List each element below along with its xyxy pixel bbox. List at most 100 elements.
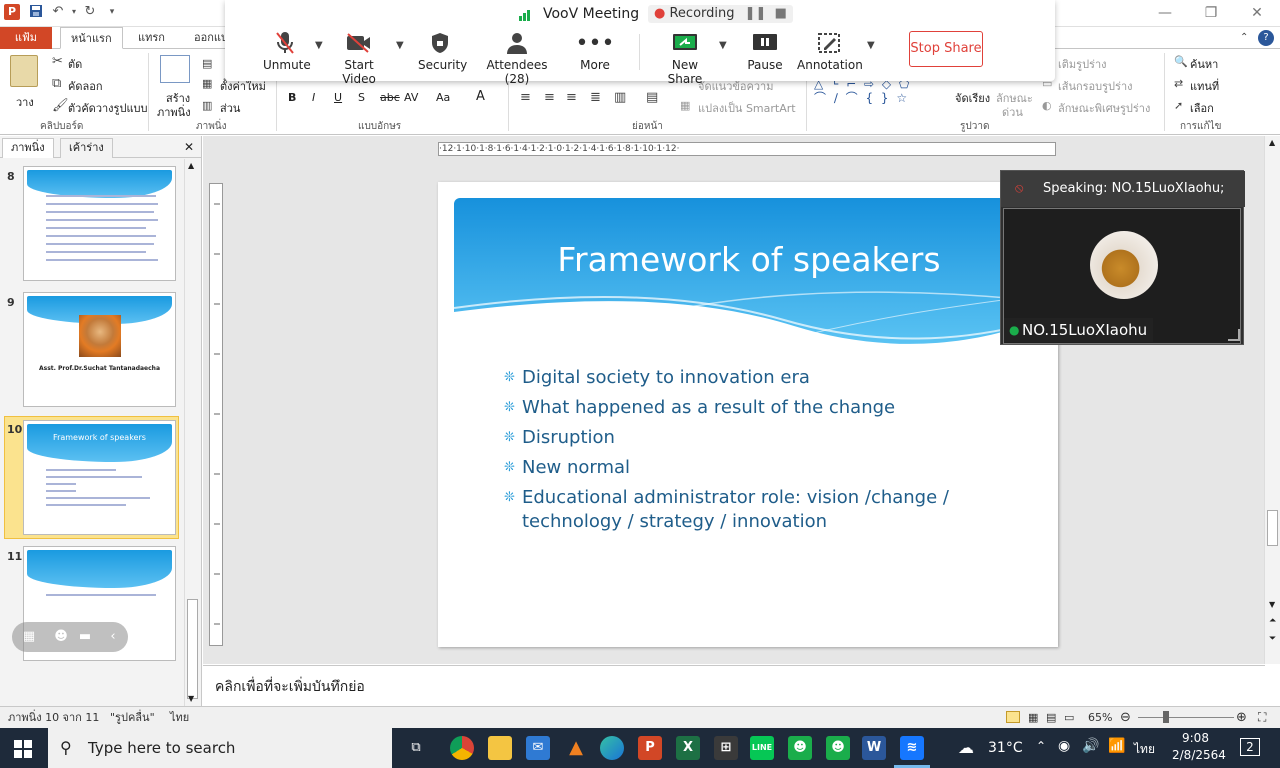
pause-recording-icon[interactable]: ❚❚ xyxy=(745,6,767,21)
section-icon[interactable]: ▥ xyxy=(202,99,212,113)
reading-view-icon[interactable]: ▤ xyxy=(1046,707,1056,728)
slide-bullet-list[interactable]: Digital society to innovation era What h… xyxy=(504,366,974,540)
tab-home[interactable]: หน้าแรก xyxy=(60,27,123,49)
scroll-down-arrow-icon[interactable]: ▼ xyxy=(188,694,194,703)
video-options-caret-icon[interactable]: ▼ xyxy=(396,40,404,51)
shape-effects-button[interactable]: ลักษณะพิเศษรูปร่าง xyxy=(1058,99,1150,117)
powerpoint-icon[interactable]: P xyxy=(638,736,662,760)
powerpoint-app-icon[interactable]: P xyxy=(4,4,20,20)
help-icon[interactable]: ? xyxy=(1258,30,1274,46)
slide-thumbnail-9[interactable]: Asst. Prof.Dr.Suchat Tantanadaecha xyxy=(23,292,176,407)
scroll-down-arrow-icon[interactable]: ▼ xyxy=(1269,600,1275,609)
new-share-button[interactable]: New Share xyxy=(653,30,717,86)
task-view-icon[interactable]: ⧉ xyxy=(404,736,428,760)
grid-apps-icon[interactable]: ▦ xyxy=(20,628,38,646)
align-left-icon[interactable]: ≡ xyxy=(520,91,531,105)
word-icon[interactable]: W xyxy=(862,736,886,760)
shadow-button[interactable]: S xyxy=(358,91,365,104)
find-icon[interactable]: 🔍 xyxy=(1174,55,1188,69)
emoji-icon[interactable]: ☻ xyxy=(52,628,70,646)
select-icon[interactable]: ➚ xyxy=(1174,99,1183,113)
copy-icon[interactable]: ⧉ xyxy=(52,77,61,91)
more-button[interactable]: ••• More xyxy=(575,30,615,73)
current-slide[interactable]: Framework of speakers Digital society to… xyxy=(438,182,1058,647)
italic-button[interactable]: I xyxy=(312,91,315,104)
line-icon[interactable]: LINE xyxy=(750,736,774,760)
customize-quick-access-icon[interactable]: ▾ xyxy=(104,4,120,20)
smartart-icon[interactable]: ▦ xyxy=(680,99,690,113)
edge-icon[interactable] xyxy=(600,736,624,760)
scroll-thumb[interactable] xyxy=(1267,510,1278,546)
normal-view-icon[interactable] xyxy=(1006,711,1020,723)
scroll-up-arrow-icon[interactable]: ▲ xyxy=(1269,138,1275,147)
slide-title[interactable]: Framework of speakers xyxy=(454,240,1044,279)
clock-date[interactable]: 2/8/2564 xyxy=(1172,748,1226,762)
show-hidden-icons-icon[interactable]: ⌃ xyxy=(1036,739,1046,753)
underline-button[interactable]: U xyxy=(334,91,342,104)
annotation-options-caret-icon[interactable]: ▼ xyxy=(867,40,875,51)
replace-button[interactable]: แทนที่ xyxy=(1190,77,1219,95)
change-case-button[interactable]: Aa xyxy=(436,91,450,104)
zoom-in-icon[interactable]: ⊕ xyxy=(1236,707,1247,728)
clock-time[interactable]: 9:08 xyxy=(1182,731,1209,745)
save-icon[interactable] xyxy=(28,4,44,20)
record-tray-icon[interactable]: ◉ xyxy=(1058,738,1070,754)
shapes-gallery-icon[interactable]: △ └ ⌐ ⇨ ◇ ⬠ ⌒ ∕ ⌒ { } ☆ xyxy=(814,77,946,113)
section-button[interactable]: ส่วน xyxy=(220,99,240,117)
restore-button[interactable]: ❐ xyxy=(1188,0,1234,27)
paste-icon[interactable] xyxy=(10,55,38,87)
zoom-level[interactable]: 65% xyxy=(1088,707,1112,728)
reset-icon[interactable]: ▦ xyxy=(202,77,212,91)
slide-thumbnail-8[interactable] xyxy=(23,166,176,281)
format-painter-button[interactable]: ตัวคัดวางรูปแบบ xyxy=(68,99,148,117)
align-right-icon[interactable]: ≡ xyxy=(566,91,577,105)
language-indicator[interactable]: ไทย xyxy=(170,707,189,728)
tab-file[interactable]: แฟ้ม xyxy=(0,27,52,49)
weather-icon[interactable]: ☁ xyxy=(958,738,974,757)
undo-icon[interactable]: ↶ xyxy=(50,4,66,20)
windows-start-icon[interactable] xyxy=(14,740,32,761)
format-painter-icon[interactable]: 🖌 xyxy=(52,99,69,113)
close-button[interactable]: ✕ xyxy=(1234,0,1280,27)
mail-icon[interactable]: ✉ xyxy=(526,736,550,760)
annotation-button[interactable]: Annotation xyxy=(797,30,863,72)
start-video-button[interactable]: Start Video xyxy=(329,30,389,86)
slideshow-icon[interactable]: ▭ xyxy=(1064,707,1074,728)
replace-icon[interactable]: ⇄ xyxy=(1174,77,1183,91)
slide-sorter-icon[interactable]: ▦ xyxy=(1028,707,1038,728)
temperature[interactable]: 31°C xyxy=(988,740,1023,756)
minimize-button[interactable]: — xyxy=(1142,0,1188,27)
zoom-out-icon[interactable]: ⊖ xyxy=(1120,707,1131,728)
columns-icon[interactable]: ▥ xyxy=(614,91,626,105)
arrange-button[interactable]: จัดเรียง xyxy=(955,89,990,107)
char-spacing-button[interactable]: AV xyxy=(404,91,418,104)
new-slide-icon[interactable] xyxy=(160,55,190,83)
new-slide-label-2[interactable]: ภาพนิ่ง xyxy=(157,103,191,121)
close-panel-icon[interactable]: ✕ xyxy=(184,140,194,154)
input-language[interactable]: ไทย xyxy=(1134,740,1155,759)
redo-icon[interactable]: ↻ xyxy=(82,4,98,20)
tab-insert[interactable]: แทรก xyxy=(128,27,175,49)
taskbar-search-box[interactable]: ⚲ Type here to search xyxy=(48,728,392,768)
editor-vertical-scrollbar[interactable]: ▲ ▼ ⏶ ⏷ xyxy=(1264,136,1280,664)
fit-to-window-icon[interactable]: ⛶ xyxy=(1258,707,1266,728)
collapse-chevron-icon[interactable]: ‹ xyxy=(104,628,122,646)
speaker-video-window[interactable]: ⦸ Speaking: NO.15LuoXIaohu; ● NO.15LuoXI… xyxy=(1000,170,1245,345)
stop-recording-icon[interactable]: ■ xyxy=(775,6,787,21)
zoom-slider[interactable] xyxy=(1138,717,1234,718)
select-button[interactable]: เลือก xyxy=(1190,99,1214,117)
vlc-icon[interactable]: ▲ xyxy=(564,736,588,760)
copy-button[interactable]: คัดลอก xyxy=(68,77,103,95)
font-color-button[interactable]: A xyxy=(476,89,485,104)
find-button[interactable]: ค้นหา xyxy=(1190,55,1218,73)
share-options-caret-icon[interactable]: ▼ xyxy=(719,40,727,51)
panel-scrollbar[interactable]: ▲ ▼ xyxy=(184,159,200,706)
help-chevron-icon[interactable]: ⌃ xyxy=(1240,31,1248,45)
audio-options-caret-icon[interactable]: ▼ xyxy=(315,40,323,51)
tab-slides[interactable]: ภาพนิ่ง xyxy=(2,138,54,158)
stop-share-button[interactable]: Stop Share xyxy=(909,31,983,67)
scroll-up-arrow-icon[interactable]: ▲ xyxy=(188,161,194,170)
contacts-icon[interactable]: ☻ xyxy=(826,736,850,760)
notes-pane[interactable]: คลิกเพื่อที่จะเพิ่มบันทึกย่อ xyxy=(203,665,1265,706)
align-center-icon[interactable]: ≡ xyxy=(544,91,555,105)
